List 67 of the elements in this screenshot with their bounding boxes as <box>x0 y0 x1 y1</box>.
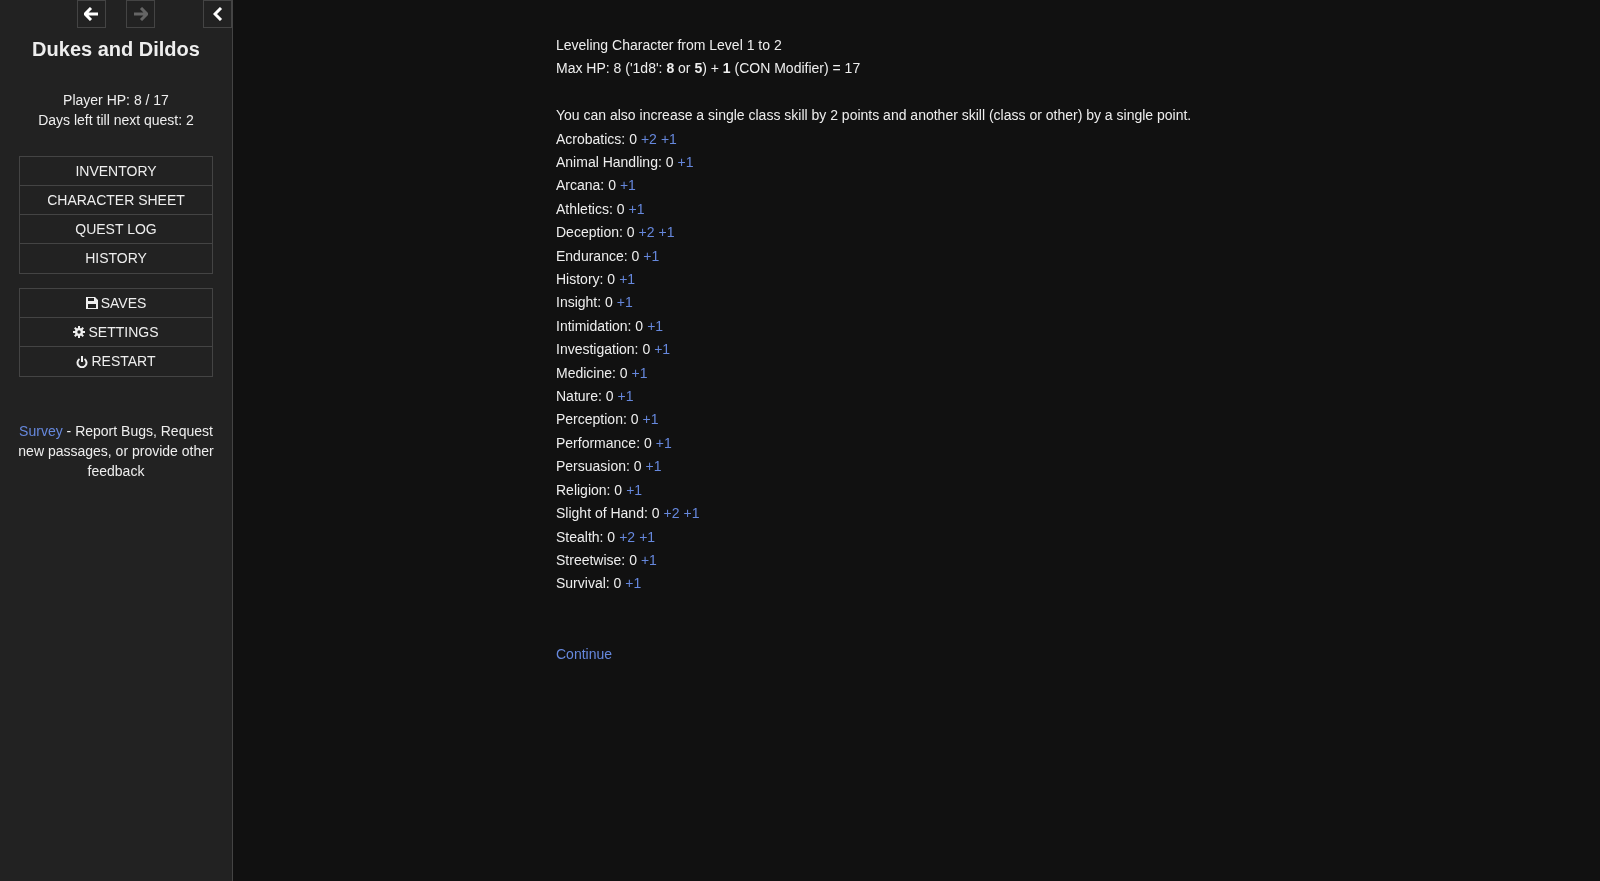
skill-text: Persuasion: 0 <box>556 457 642 477</box>
skill-increase-link[interactable]: +2 <box>663 502 680 526</box>
skill-increase-link[interactable]: +1 <box>625 572 642 596</box>
gear-icon <box>73 326 86 338</box>
skill-text: History: 0 <box>556 270 616 290</box>
skill-increase-link[interactable]: +1 <box>616 291 633 315</box>
menu-button[interactable]: CHARACTER SHEET <box>20 186 212 215</box>
skill-increase-link[interactable]: +1 <box>628 197 645 222</box>
skill-text: Medicine: 0 <box>556 363 628 383</box>
skill-text: Acrobatics: 0 <box>556 129 637 149</box>
menu-button[interactable]: HISTORY <box>20 244 212 273</box>
sidebar-toggle-button[interactable] <box>203 0 232 28</box>
skill-increase-link[interactable]: +2 <box>638 221 655 245</box>
skill-text: Athletics: 0 <box>556 199 625 219</box>
stat-text: Days left till next quest: 2 <box>38 111 194 130</box>
skill-increase-link[interactable]: +1 <box>677 151 694 175</box>
menu-button[interactable]: RESTART <box>20 347 212 376</box>
skill-increase-link[interactable]: +1 <box>654 338 671 362</box>
skill-text: Arcana: 0 <box>556 176 616 196</box>
skill-text: Animal Handling: 0 <box>556 153 674 172</box>
skill-increase-link[interactable]: +2 <box>619 525 636 549</box>
skill-increase-link[interactable]: +1 <box>619 174 636 198</box>
skill-text: Survival: 0 <box>556 574 622 594</box>
back-arrow-icon <box>84 7 99 21</box>
menu-button[interactable]: SAVES <box>20 289 212 318</box>
skill-increase-link[interactable]: +1 <box>643 244 660 269</box>
skill-increase-link[interactable]: +1 <box>660 127 677 151</box>
skill-text: Investigation: 0 <box>556 340 651 360</box>
menu-button[interactable]: QUEST LOG <box>20 215 212 244</box>
skill-text: Endurance: 0 <box>556 246 640 266</box>
skill-increase-link[interactable]: +1 <box>631 361 648 386</box>
menu-button[interactable]: INVENTORY <box>20 157 212 186</box>
skill-increase-link[interactable]: +1 <box>645 455 662 479</box>
skill-text: Slight of Hand: 0 <box>556 504 660 524</box>
back-button[interactable] <box>77 0 106 28</box>
skill-increase-link[interactable]: +1 <box>619 268 636 292</box>
survey-note: Survey - Report Bugs, Request new passages, or provide other feedback <box>17 422 215 481</box>
stat-text: Player HP: 8 / 17 <box>62 91 170 110</box>
skill-text: Stealth: 0 <box>556 527 616 547</box>
instruction-text: You can also increase a single class skill by 2 points and another skill (class or other) by a single point. <box>556 106 1193 126</box>
skill-increase-link[interactable]: +1 <box>639 525 656 549</box>
story-title: Dukes and Dildos <box>32 37 200 62</box>
skill-text: Religion: 0 <box>556 480 623 500</box>
skill-increase-link[interactable]: +1 <box>640 548 657 573</box>
survey-link[interactable]: Survey <box>19 423 63 439</box>
passage-text: Max HP: 8 ('1d8': 8 or 5) + 1 (CON Modifier) = 17 <box>556 59 862 79</box>
passage-text: Leveling Character from Level 1 to 2 <box>556 36 783 55</box>
skill-increase-link[interactable]: +1 <box>655 431 672 456</box>
skill-text: Perception: 0 <box>556 410 639 430</box>
skill-text: Insight: 0 <box>556 293 613 313</box>
skill-increase-link[interactable]: +1 <box>626 478 643 503</box>
chevron-left-icon <box>212 7 223 21</box>
skill-increase-link[interactable]: +1 <box>617 385 634 409</box>
power-icon <box>76 355 89 368</box>
skill-text: Nature: 0 <box>556 387 614 407</box>
skill-text: Intimidation: 0 <box>556 316 644 336</box>
skill-increase-link[interactable]: +2 <box>640 127 657 151</box>
menu-button[interactable]: SETTINGS <box>20 318 212 347</box>
skill-increase-link[interactable]: +1 <box>647 314 664 339</box>
skill-text: Performance: 0 <box>556 433 652 453</box>
skill-increase-link[interactable]: +1 <box>642 408 659 432</box>
skill-increase-link[interactable]: +1 <box>683 502 700 526</box>
skill-text: Streetwise: 0 <box>556 550 637 570</box>
skill-text: Deception: 0 <box>556 223 635 243</box>
continue-link[interactable]: Continue <box>556 642 613 666</box>
skill-increase-link[interactable]: +1 <box>658 221 675 245</box>
forward-arrow-icon <box>133 7 148 21</box>
